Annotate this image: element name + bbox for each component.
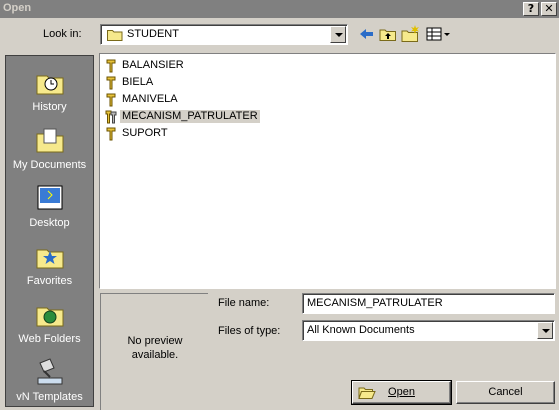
place-label: vN Templates — [16, 391, 83, 403]
assembly-file-icon — [105, 110, 117, 124]
file-name: SUPORT — [122, 127, 168, 139]
cancel-button[interactable]: Cancel — [456, 381, 555, 404]
place-label: Web Folders — [18, 333, 81, 345]
folder-icon — [107, 30, 123, 41]
place-my-documents[interactable]: My Documents — [6, 119, 93, 177]
file-type-label: Files of type: — [218, 325, 281, 337]
help-button[interactable]: ? — [523, 2, 539, 16]
close-button[interactable]: ✕ — [541, 2, 557, 16]
preview-line-2: available. — [131, 349, 179, 361]
open-button-label: Open — [388, 386, 415, 398]
file-name-input[interactable]: MECANISM_PATRULATER — [302, 293, 555, 314]
look-in-label: Look in: — [43, 28, 82, 40]
up-folder-icon[interactable] — [378, 24, 398, 44]
file-name: BALANSIER — [122, 59, 184, 71]
file-type-select[interactable]: All Known Documents — [302, 320, 555, 341]
place-label: My Documents — [12, 159, 87, 171]
places-bar: History My Documents Desktop Favorites W… — [5, 55, 94, 407]
file-type-value: All Known Documents — [307, 324, 415, 336]
desktop-icon — [37, 185, 63, 210]
new-folder-icon[interactable] — [401, 24, 421, 44]
open-button[interactable]: Open — [351, 380, 452, 405]
window-title: Open — [3, 2, 32, 14]
place-label: Favorites — [26, 275, 73, 287]
preview-pane: No preview available. — [100, 293, 208, 410]
file-name: MECANISM_PATRULATER — [120, 110, 260, 123]
web-folders-icon — [36, 307, 64, 327]
file-name: BIELA — [122, 76, 154, 88]
history-folder-icon — [36, 75, 64, 95]
place-vn-templates[interactable]: vN Templates — [6, 351, 93, 409]
part-file-icon — [106, 59, 116, 73]
back-arrow-icon[interactable] — [356, 24, 376, 44]
vn-templates-icon — [37, 358, 63, 385]
look-in-combobox[interactable]: STUDENT — [100, 24, 348, 45]
file-list[interactable]: BALANSIER BIELA MANIVELA MECANISM_PATRUL… — [99, 53, 556, 289]
place-history[interactable]: History — [6, 61, 93, 119]
views-menu-icon[interactable] — [424, 24, 452, 44]
file-name-label: File name: — [218, 297, 270, 309]
my-documents-folder-icon — [36, 128, 64, 153]
title-bar: Open ? ✕ — [0, 0, 559, 18]
place-label: History — [32, 101, 67, 113]
preview-line-1: No preview — [127, 335, 183, 347]
place-web-folders[interactable]: Web Folders — [6, 293, 93, 351]
favorites-folder-icon — [36, 249, 64, 269]
look-in-value: STUDENT — [127, 28, 179, 40]
chevron-down-icon[interactable] — [330, 26, 346, 43]
place-desktop[interactable]: Desktop — [6, 177, 93, 235]
open-folder-icon — [358, 387, 376, 399]
part-file-icon — [106, 127, 116, 141]
chevron-down-icon[interactable] — [537, 322, 553, 339]
place-favorites[interactable]: Favorites — [6, 235, 93, 293]
preview-text: No preview available. — [101, 334, 209, 362]
part-file-icon — [106, 93, 116, 107]
part-file-icon — [106, 76, 116, 90]
place-label: Desktop — [29, 217, 70, 229]
file-name: MANIVELA — [122, 93, 178, 105]
